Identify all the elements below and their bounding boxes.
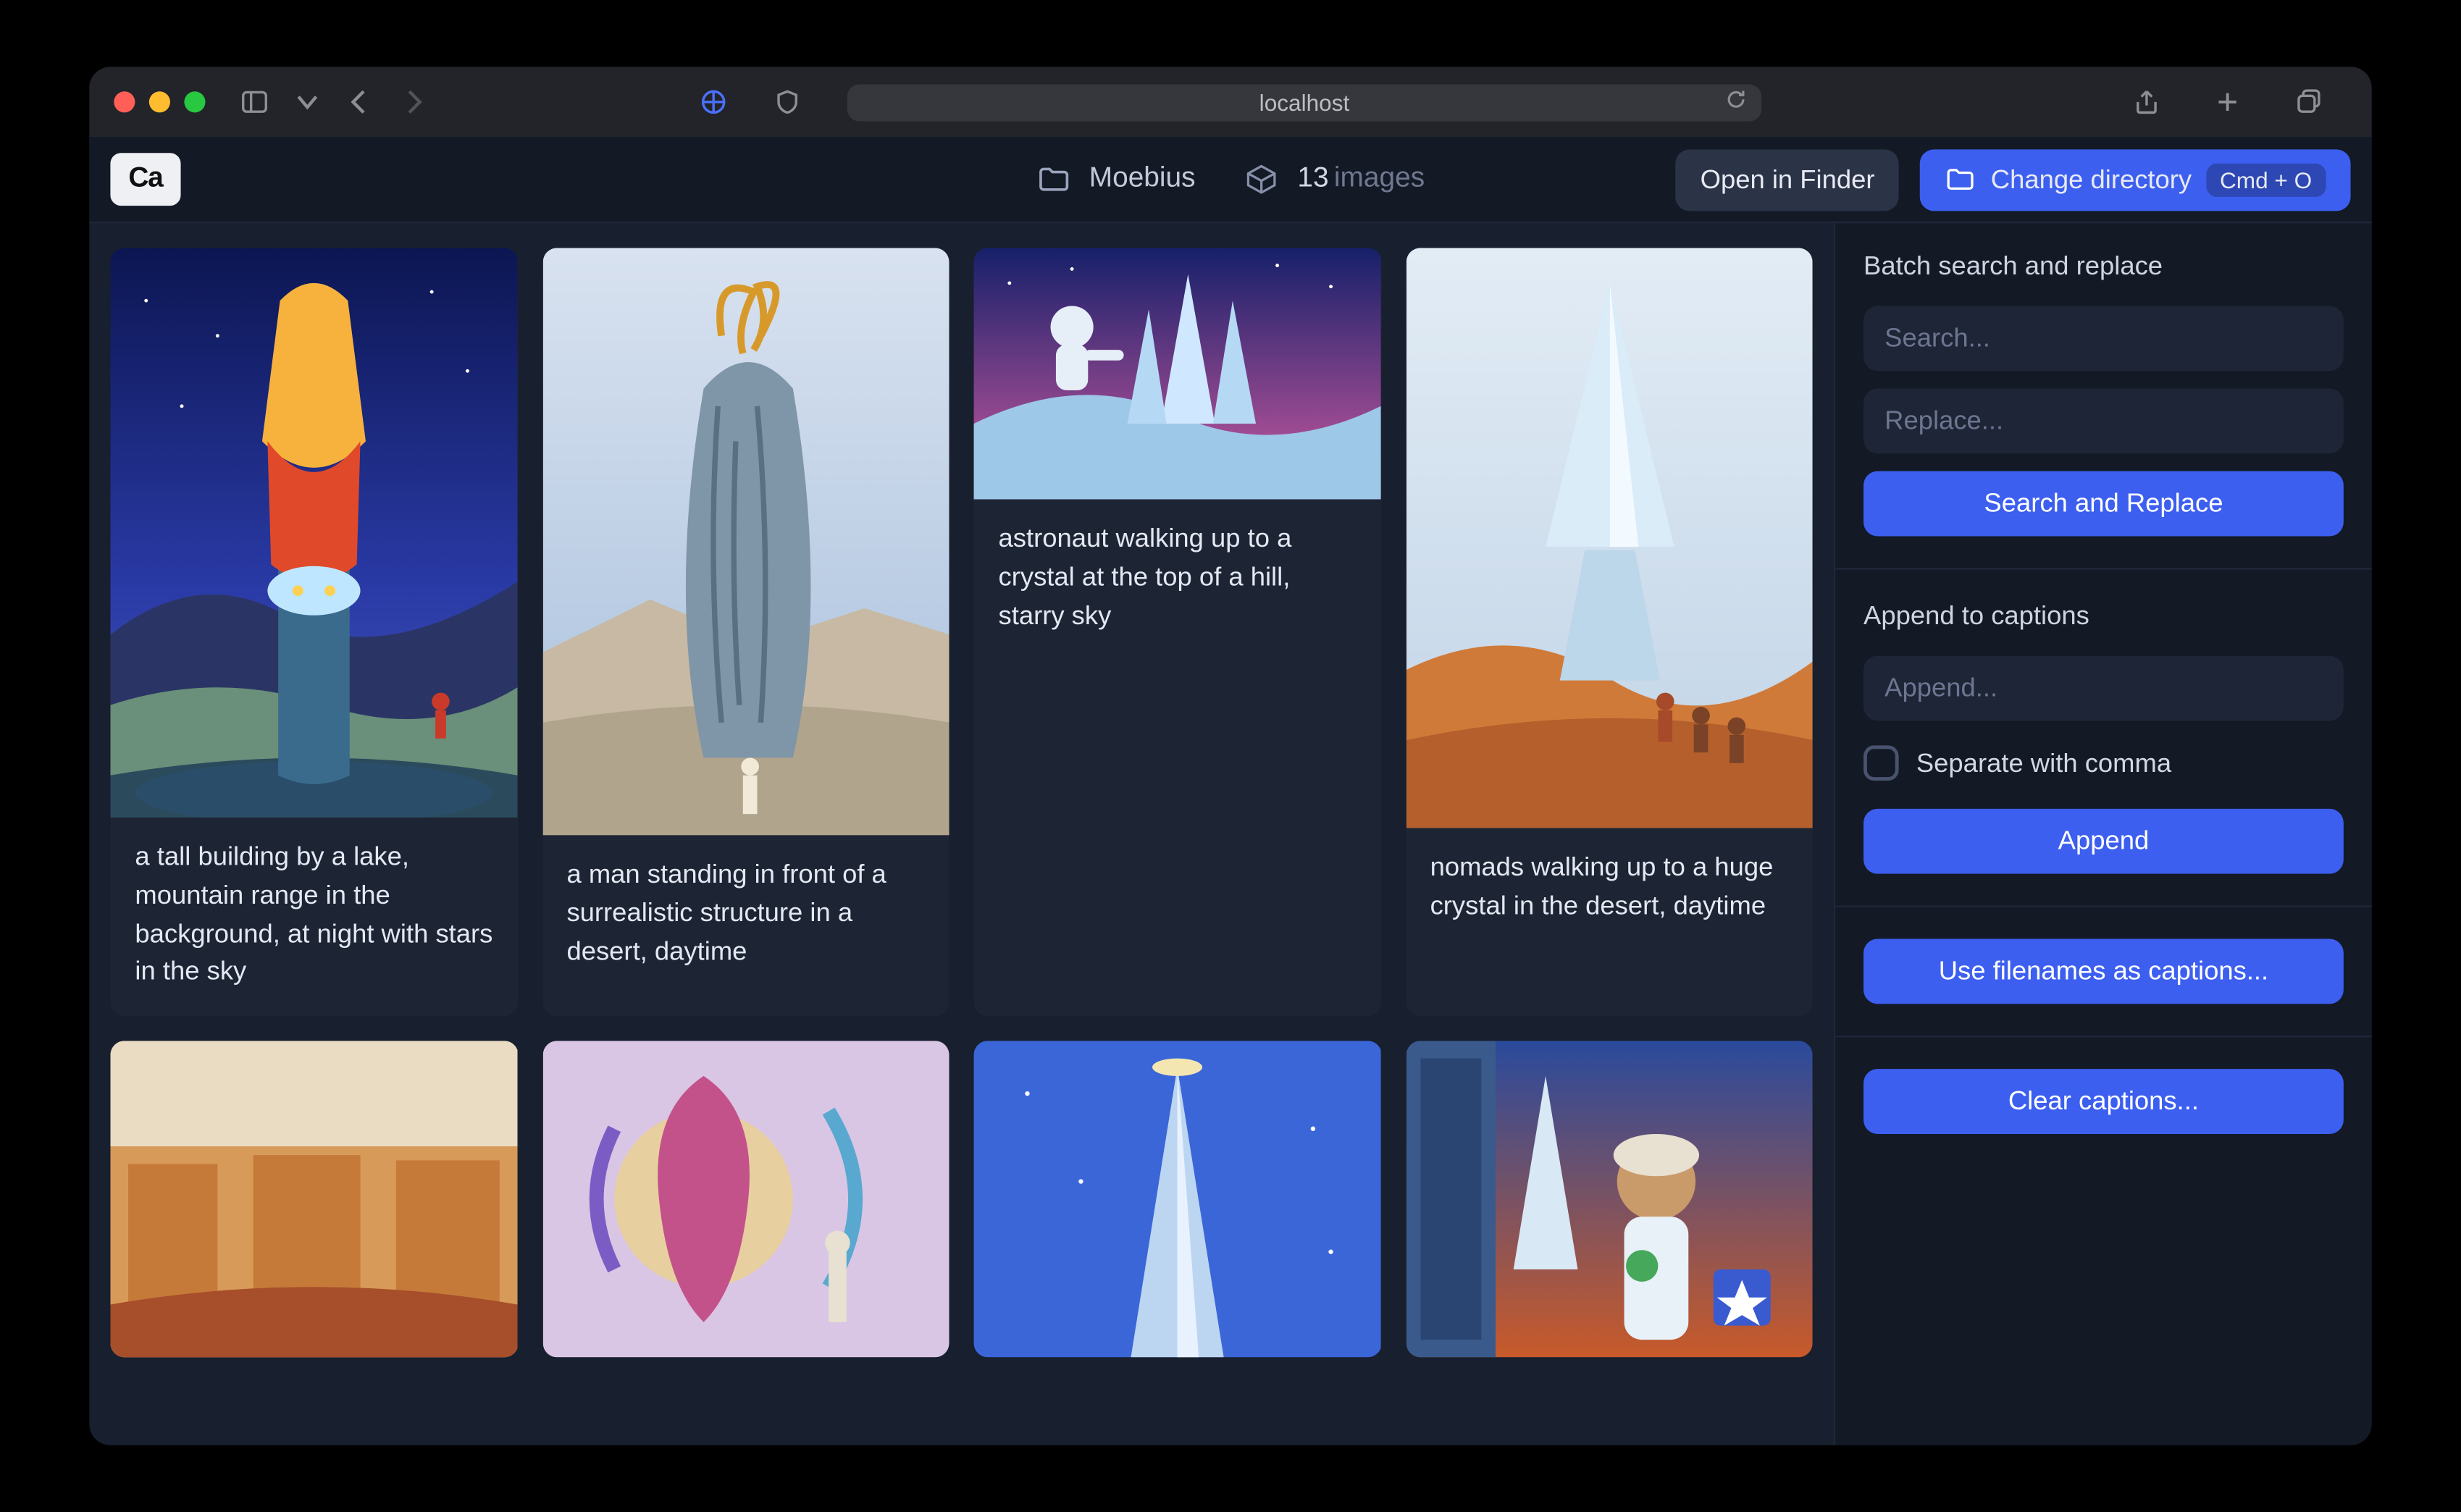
change-dir-shortcut: Cmd + O: [2206, 163, 2326, 196]
thumbnail: [542, 248, 949, 835]
thumbnail: [542, 1041, 949, 1357]
divider: [1835, 905, 2372, 907]
gallery-card[interactable]: [1406, 1041, 1813, 1357]
sidebar-toggle-icon[interactable]: [240, 88, 269, 116]
open-in-finder-button[interactable]: Open in Finder: [1676, 148, 1900, 210]
close-window-button[interactable]: [114, 91, 135, 112]
append-input[interactable]: [1863, 656, 2344, 721]
change-dir-label: Change directory: [1991, 164, 2192, 194]
thumbnail: [1406, 1041, 1813, 1357]
minimize-window-button[interactable]: [149, 91, 170, 112]
thumbnail: [974, 1041, 1381, 1357]
privacy-report-icon[interactable]: [700, 88, 728, 116]
folder-icon: [1036, 161, 1072, 197]
thumbnail: [110, 248, 517, 818]
sidebar: Batch search and replace Search and Repl…: [1834, 223, 2372, 1445]
gallery-card[interactable]: [110, 1041, 517, 1357]
caption[interactable]: a man standing in front of a surrealisti…: [542, 835, 949, 996]
reload-icon[interactable]: [1724, 88, 1748, 116]
replace-input[interactable]: [1863, 389, 2344, 454]
caption[interactable]: a tall building by a lake, mountain rang…: [110, 818, 517, 1016]
titlebar-chevron-down-icon[interactable]: [293, 88, 322, 116]
gallery-card[interactable]: a man standing in front of a surrealisti…: [542, 248, 949, 1016]
search-replace-button[interactable]: Search and Replace: [1863, 471, 2344, 537]
gallery-card[interactable]: [974, 1041, 1381, 1357]
use-filenames-button[interactable]: Use filenames as captions...: [1863, 939, 2344, 1004]
address-text: localhost: [1259, 89, 1350, 115]
shield-icon[interactable]: [773, 88, 802, 116]
gallery-card[interactable]: [542, 1041, 949, 1357]
app-header: Ca Moebius 13images Open in Finder Chang…: [89, 137, 2371, 223]
gallery: a tall building by a lake, mountain rang…: [89, 223, 1833, 1445]
back-button[interactable]: [346, 88, 374, 116]
separate-comma-checkbox[interactable]: [1863, 745, 1899, 781]
separate-comma-label: Separate with comma: [1916, 748, 2171, 778]
thumbnail: [110, 1041, 517, 1357]
caption[interactable]: nomads walking up to a huge crystal in t…: [1406, 828, 1813, 951]
change-directory-button[interactable]: Change directory Cmd + O: [1921, 148, 2351, 210]
append-button[interactable]: Append: [1863, 809, 2344, 874]
share-icon[interactable]: [2133, 88, 2161, 116]
image-count: 13: [1297, 164, 1328, 193]
folder-icon: [1945, 164, 1977, 196]
forward-button[interactable]: [399, 88, 427, 116]
image-word: images: [1334, 164, 1425, 193]
divider: [1835, 1036, 2372, 1037]
thumbnail: [1406, 248, 1813, 828]
caption[interactable]: astronaut walking up to a crystal at the…: [974, 500, 1381, 660]
clear-captions-button[interactable]: Clear captions...: [1863, 1069, 2344, 1134]
divider: [1835, 568, 2372, 569]
thumbnail: [974, 248, 1381, 499]
app-logo[interactable]: Ca: [110, 153, 180, 206]
batch-label: Batch search and replace: [1863, 251, 2344, 281]
app-window: localhost Ca Moebius: [89, 67, 2371, 1445]
address-bar[interactable]: localhost: [847, 83, 1762, 120]
box-icon: [1245, 161, 1280, 197]
gallery-card[interactable]: astronaut walking up to a crystal at the…: [974, 248, 1381, 1016]
gallery-card[interactable]: nomads walking up to a huge crystal in t…: [1406, 248, 1813, 1016]
append-label: Append to captions: [1863, 601, 2344, 631]
gallery-card[interactable]: a tall building by a lake, mountain rang…: [110, 248, 517, 1016]
search-input[interactable]: [1863, 306, 2344, 371]
folder-name: Moebius: [1089, 164, 1196, 196]
new-tab-icon[interactable]: [2213, 88, 2242, 116]
tabs-overview-icon[interactable]: [2294, 88, 2323, 116]
maximize-window-button[interactable]: [184, 91, 205, 112]
macos-titlebar: localhost: [89, 67, 2371, 137]
